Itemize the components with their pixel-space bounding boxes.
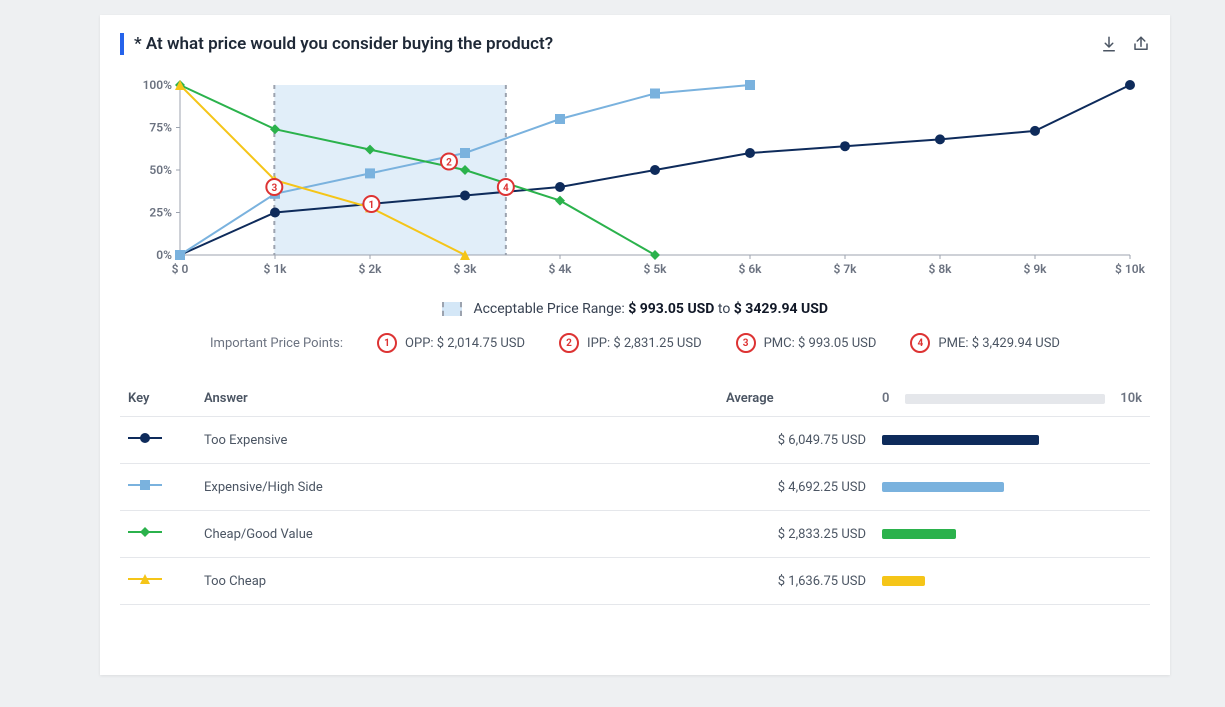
svg-text:1: 1 <box>369 200 375 211</box>
svg-text:25%: 25% <box>149 206 172 220</box>
th-answer: Answer <box>196 381 718 417</box>
row-key <box>120 417 196 464</box>
th-bar-max: 10k <box>1120 391 1142 406</box>
price-sensitivity-card: * At what price would you consider buyin… <box>100 15 1170 675</box>
price-point-marker: 3 <box>736 333 756 353</box>
row-key <box>120 558 196 605</box>
svg-text:$ 10k: $ 10k <box>1115 262 1146 276</box>
summary-table: Key Answer Average 0 10k Too Expensive$ … <box>120 381 1150 605</box>
svg-text:$ 5k: $ 5k <box>643 262 667 276</box>
card-title: * At what price would you consider buyin… <box>134 34 553 54</box>
row-answer: Too Cheap <box>196 558 718 605</box>
price-point-item: 2 IPP: $ 2,831.25 USD <box>559 333 702 353</box>
price-points-row: Important Price Points: 1 OPP: $ 2,014.75… <box>120 333 1150 353</box>
legend-marker-icon <box>128 525 162 539</box>
row-average: $ 1,636.75 USD <box>718 558 874 605</box>
svg-text:$ 8k: $ 8k <box>928 262 952 276</box>
row-average: $ 2,833.25 USD <box>718 511 874 558</box>
price-point-text: PME: $ 3,429.94 USD <box>938 336 1060 351</box>
range-label: Acceptable Price Range: <box>473 301 628 317</box>
svg-text:$ 3k: $ 3k <box>453 262 477 276</box>
svg-text:75%: 75% <box>149 121 172 135</box>
row-answer: Cheap/Good Value <box>196 511 718 558</box>
svg-text:$ 6k: $ 6k <box>738 262 762 276</box>
svg-text:3: 3 <box>271 183 277 194</box>
table-row: Too Expensive$ 6,049.75 USD <box>120 417 1150 464</box>
svg-text:4: 4 <box>503 183 509 194</box>
svg-text:$ 9k: $ 9k <box>1023 262 1047 276</box>
th-bar-min: 0 <box>882 391 889 406</box>
svg-text:50%: 50% <box>149 163 172 177</box>
svg-text:2: 2 <box>446 158 452 169</box>
row-key <box>120 464 196 511</box>
svg-text:$ 2k: $ 2k <box>358 262 382 276</box>
price-point-item: 3 PMC: $ 993.05 USD <box>736 333 877 353</box>
row-key <box>120 511 196 558</box>
svg-text:100%: 100% <box>143 78 173 92</box>
price-sensitivity-chart: 0% 25% 50% 75% 100% $ 0 $ 1k $ 2k $ 3k $ 4k $ 5k $ … <box>120 75 1150 285</box>
svg-text:$ 0: $ 0 <box>172 262 189 276</box>
th-average: Average <box>718 381 874 417</box>
header-bar-track <box>905 394 1105 404</box>
row-bar <box>874 511 1150 558</box>
range-high: $ 3429.94 USD <box>734 301 828 317</box>
range-sep: to <box>718 301 734 317</box>
table-row: Too Cheap$ 1,636.75 USD <box>120 558 1150 605</box>
legend-marker-icon <box>128 572 162 586</box>
title-accent <box>120 33 124 55</box>
price-points-label: Important Price Points: <box>210 336 343 351</box>
row-answer: Too Expensive <box>196 417 718 464</box>
svg-text:0%: 0% <box>156 248 172 262</box>
legend-marker-icon <box>128 478 162 492</box>
legend-marker-icon <box>128 431 162 445</box>
share-icon[interactable] <box>1132 35 1150 53</box>
svg-text:$ 1k: $ 1k <box>263 262 287 276</box>
row-bar <box>874 464 1150 511</box>
download-icon[interactable] <box>1100 35 1118 53</box>
price-point-item: 1 OPP: $ 2,014.75 USD <box>377 333 525 353</box>
row-bar <box>874 417 1150 464</box>
range-swatch-icon <box>442 302 462 316</box>
price-point-text: OPP: $ 2,014.75 USD <box>405 336 525 351</box>
table-row: Expensive/High Side$ 4,692.25 USD <box>120 464 1150 511</box>
price-point-item: 4 PME: $ 3,429.94 USD <box>910 333 1060 353</box>
row-average: $ 6,049.75 USD <box>718 417 874 464</box>
svg-text:$ 7k: $ 7k <box>833 262 857 276</box>
row-bar <box>874 558 1150 605</box>
table-row: Cheap/Good Value$ 2,833.25 USD <box>120 511 1150 558</box>
price-point-marker: 1 <box>377 333 397 353</box>
row-answer: Expensive/High Side <box>196 464 718 511</box>
th-key: Key <box>120 381 196 417</box>
range-low: $ 993.05 USD <box>628 301 714 317</box>
svg-text:$ 4k: $ 4k <box>548 262 572 276</box>
row-average: $ 4,692.25 USD <box>718 464 874 511</box>
price-point-marker: 2 <box>559 333 579 353</box>
price-point-text: IPP: $ 2,831.25 USD <box>587 336 702 351</box>
price-point-text: PMC: $ 993.05 USD <box>764 336 877 351</box>
acceptable-range-legend: Acceptable Price Range: $ 993.05 USD to … <box>120 301 1150 317</box>
price-point-marker: 4 <box>910 333 930 353</box>
